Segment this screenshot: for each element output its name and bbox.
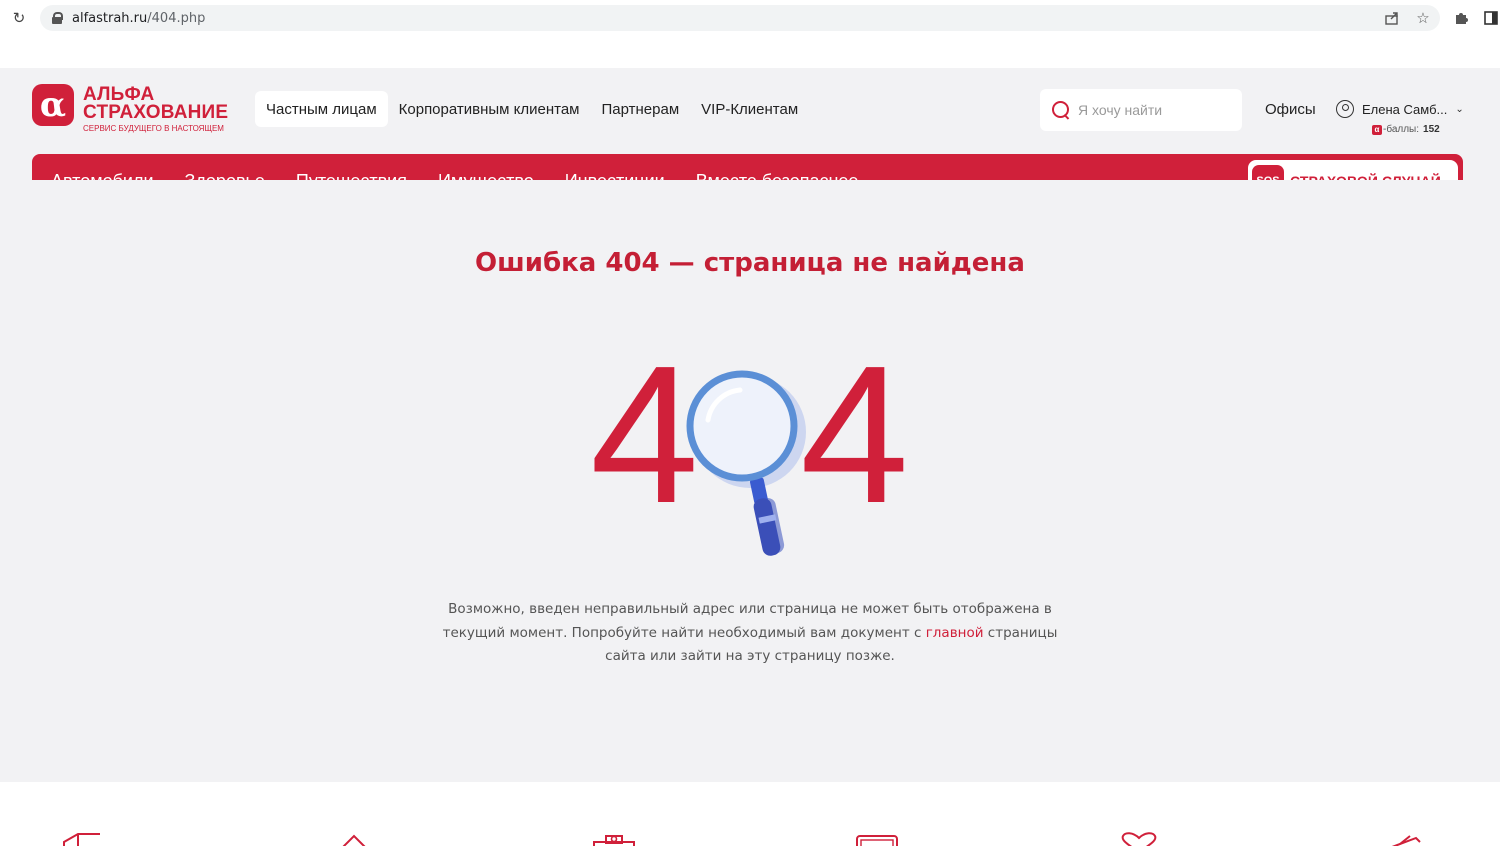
search-icon [1052,101,1070,119]
alpha-points-icon: α [1372,124,1382,135]
nav-item-private[interactable]: Частным лицам [255,91,388,127]
share-icon[interactable] [1383,9,1401,27]
logo-text: АЛЬФА СТРАХОВАНИЕ СЕРВИС БУДУЩЕГО В НАСТ… [83,84,229,133]
camera-icon[interactable] [592,832,636,846]
address-bar[interactable]: alfastrah.ru/404.php [40,5,1440,31]
user-name: Елена Самб... [1362,101,1448,117]
loyalty-points: α -баллы: 152 [1372,124,1440,135]
error-404-illustration: 4 4 [590,340,909,556]
car-icon[interactable] [60,832,104,846]
nav-item-vip[interactable]: VIP-Клиентам [690,91,809,127]
offices-link[interactable]: Офисы [1265,101,1316,118]
user-menu[interactable]: Елена Самб... ⌄ [1336,100,1464,118]
extensions-puzzle-icon[interactable] [1452,9,1470,27]
heart-icon[interactable] [1117,832,1161,846]
error-description: Возможно, введен неправильный адрес или … [442,601,1058,664]
home-page-link[interactable]: главной [926,625,984,641]
alpha-logo-icon: α [32,84,74,126]
digit-four-left: 4 [590,340,699,544]
side-panel-icon[interactable] [1482,9,1500,27]
bookmark-star-icon[interactable]: ☆ [1414,9,1432,27]
magnifier-icon [686,370,806,556]
nav-item-partners[interactable]: Партнерам [591,91,691,127]
digit-four-right: 4 [800,340,909,544]
house-icon[interactable] [332,832,376,846]
search-input[interactable] [1078,102,1228,118]
url-text: alfastrah.ru/404.php [72,10,206,26]
audience-nav: Частным лицам Корпоративным клиентам Пар… [255,91,809,127]
brand-logo[interactable]: α АЛЬФА СТРАХОВАНИЕ СЕРВИС БУДУЩЕГО В НА… [32,84,228,134]
plane-icon[interactable] [1380,832,1424,846]
id-card-icon[interactable] [855,832,899,846]
reload-icon[interactable]: ↻ [10,9,28,27]
chevron-down-icon: ⌄ [1455,103,1464,115]
nav-item-corporate[interactable]: Корпоративным клиентам [388,91,591,127]
search-box[interactable] [1040,89,1242,131]
user-avatar-icon [1336,100,1354,118]
footer-categories [0,782,1500,846]
page-title: Ошибка 404 — страница не найдена [475,248,1025,278]
lock-icon [52,12,63,24]
browser-toolbar: ↻ alfastrah.ru/404.php ☆ [0,0,1500,36]
